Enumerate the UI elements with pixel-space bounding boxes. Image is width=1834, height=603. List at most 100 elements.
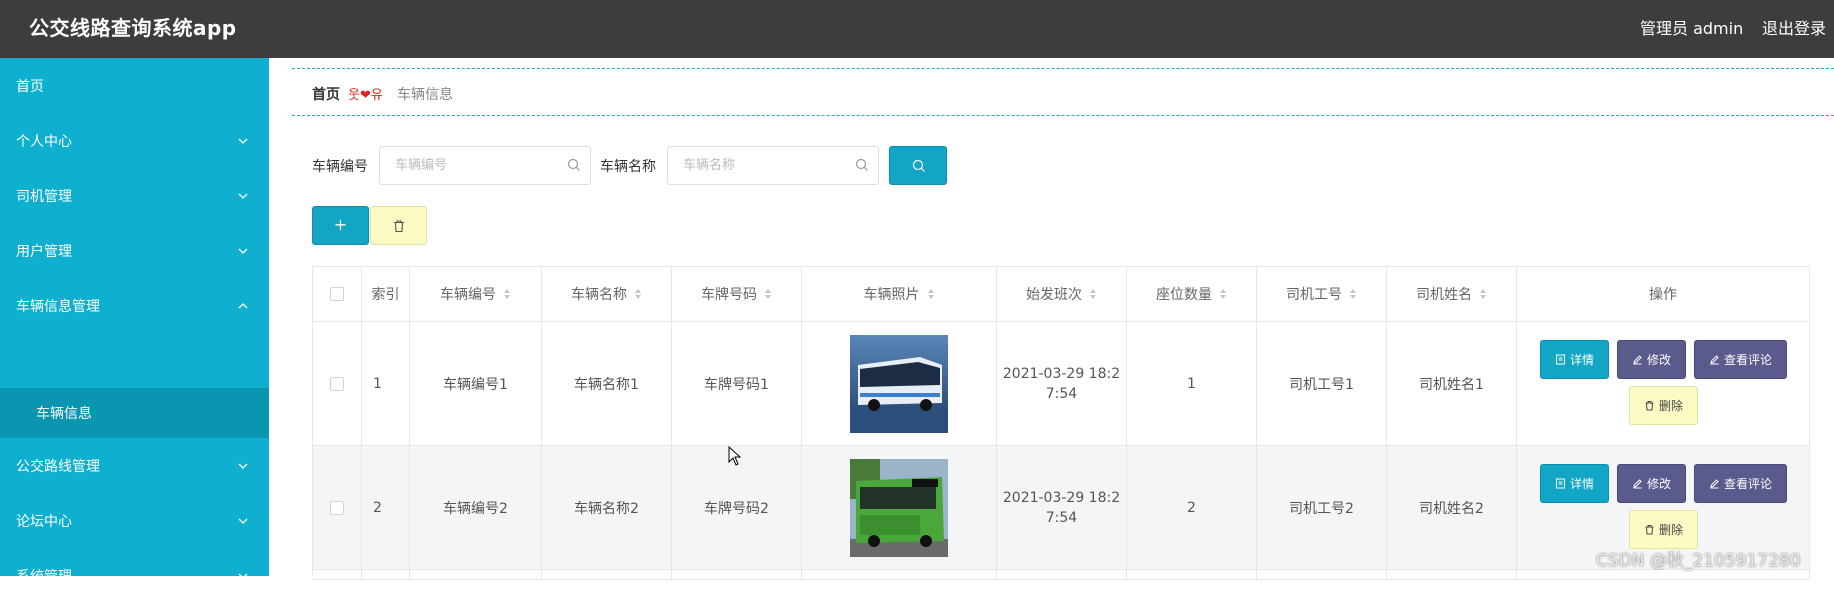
sidebar-subitem-label: 车辆信息 (36, 406, 92, 422)
chevron-down-icon (238, 518, 248, 524)
vehicle-code-input[interactable] (379, 146, 591, 185)
bus-photo-green (850, 458, 948, 557)
sort-icon[interactable] (634, 288, 642, 300)
sidebar-item-label: 用户管理 (16, 243, 72, 260)
view-comments-button[interactable]: 查看评论 (1694, 340, 1787, 379)
table-header[interactable]: 车牌号码 (672, 267, 802, 322)
add-button[interactable]: + (312, 206, 369, 245)
sidebar-item-label: 公交路线管理 (16, 458, 100, 475)
vehicle-table: 索引 车辆编号 车辆名称 车牌号码 车辆照片 始发班次 座位数量 司机工号 司机… (312, 266, 1810, 580)
table-header[interactable]: 车辆名称 (542, 267, 672, 322)
table-cell: 2021-03-29 18:2 7:54 (997, 322, 1127, 446)
breadcrumb-current: 车辆信息 (397, 87, 453, 103)
select-all-checkbox[interactable] (330, 287, 344, 301)
sidebar-item-driver-management[interactable]: 司机管理 (0, 168, 269, 223)
delete-button[interactable]: 删除 (1629, 510, 1698, 549)
table-cell: 司机工号1 (1257, 322, 1387, 446)
trash-icon (394, 220, 404, 233)
top-bar: 公交线路查询系统app 管理员 admin 退出登录 (0, 0, 1834, 58)
vehicle-name-input[interactable] (667, 146, 879, 185)
sidebar-item-personal-center[interactable]: 个人中心 (0, 113, 269, 168)
sidebar-item-bus-route-management[interactable]: 公交路线管理 (0, 438, 269, 493)
pencil-icon (1633, 355, 1642, 365)
table-cell (997, 570, 1127, 580)
logout-link[interactable]: 退出登录 (1762, 15, 1826, 39)
chevron-down-icon (238, 248, 248, 254)
row-checkbox[interactable] (330, 500, 344, 515)
document-icon (1555, 354, 1565, 365)
app-title: 公交线路查询系统app (29, 16, 237, 40)
sidebar-item-label: 车辆信息管理 (16, 298, 100, 315)
trash-icon (1645, 401, 1654, 411)
select-all-cell (313, 267, 362, 322)
watermark: CSDN @秋_2105917280 (1596, 551, 1801, 571)
delete-label: 删除 (1658, 399, 1683, 413)
breadcrumb-separator: 웃❤유 (348, 88, 383, 103)
edit-button[interactable]: 修改 (1617, 340, 1686, 379)
sidebar-subitem-vehicle-info[interactable]: 车辆信息 (0, 388, 269, 438)
edit-button[interactable]: 修改 (1617, 464, 1686, 503)
table-header[interactable]: 座位数量 (1127, 267, 1257, 322)
sort-icon[interactable] (503, 288, 511, 300)
pencil-icon (1633, 479, 1642, 489)
breadcrumb-home-link[interactable]: 首页 (312, 84, 340, 104)
sort-icon[interactable] (1219, 288, 1227, 300)
batch-delete-button[interactable] (370, 206, 427, 245)
sidebar-item-user-management[interactable]: 用户管理 (0, 223, 269, 278)
detail-button[interactable]: 详情 (1540, 340, 1609, 379)
trash-icon (1645, 525, 1654, 535)
table-header[interactable]: 始发班次 (997, 267, 1127, 322)
sidebar-item-home[interactable]: 首页 (0, 58, 269, 113)
chevron-down-icon (238, 463, 248, 469)
sidebar-item-label: 论坛中心 (16, 513, 72, 530)
detail-button[interactable]: 详情 (1540, 464, 1609, 503)
sort-icon[interactable] (1349, 288, 1357, 300)
vehicle-code-label: 车辆编号 (312, 159, 368, 175)
sidebar-item-forum-center[interactable]: 论坛中心 (0, 493, 269, 548)
search-icon (567, 158, 580, 171)
delete-button[interactable]: 删除 (1629, 386, 1698, 425)
detail-label: 详情 (1569, 353, 1594, 367)
table-cell: 车辆编号1 (410, 322, 542, 446)
table-header[interactable]: 司机姓名 (1387, 267, 1517, 322)
table-header[interactable]: 司机工号 (1257, 267, 1387, 322)
pencil-icon (1710, 479, 1719, 489)
table-cell (313, 570, 362, 580)
sort-icon[interactable] (1089, 288, 1097, 300)
table-header: 索引 (362, 267, 410, 322)
chevron-down-icon (238, 138, 248, 144)
table-header[interactable]: 车辆照片 (802, 267, 997, 322)
sort-icon[interactable] (764, 288, 772, 300)
sidebar-item-vehicle-info-management[interactable]: 车辆信息管理 (0, 278, 269, 333)
table-cell (1127, 570, 1257, 580)
document-icon (1555, 478, 1565, 489)
table-cell (802, 570, 997, 580)
table-cell (672, 570, 802, 580)
table-cell: 司机姓名1 (1387, 322, 1517, 446)
view-comments-button[interactable]: 查看评论 (1694, 464, 1787, 503)
row-checkbox-cell (313, 322, 362, 446)
edit-label: 修改 (1646, 353, 1671, 367)
row-checkbox[interactable] (330, 376, 344, 391)
admin-user-label: 管理员 admin (1640, 19, 1744, 38)
table-cell: 1 (362, 322, 410, 446)
search-button[interactable] (889, 146, 947, 185)
sort-icon[interactable] (927, 288, 935, 300)
table-header[interactable]: 车辆编号 (410, 267, 542, 322)
mouse-cursor-icon (728, 446, 742, 466)
table-cell (362, 570, 410, 580)
search-icon (855, 158, 868, 171)
table-cell: 2 (1127, 446, 1257, 570)
sort-icon[interactable] (1479, 288, 1487, 300)
table-cell: 2 (362, 446, 410, 570)
table-cell: 司机工号2 (1257, 446, 1387, 570)
view-comments-label: 查看评论 (1723, 477, 1772, 491)
sidebar-item-label: 司机管理 (16, 188, 72, 205)
table-cell: 车辆名称1 (542, 322, 672, 446)
edit-label: 修改 (1646, 477, 1671, 491)
delete-label: 删除 (1658, 523, 1683, 537)
table-cell: 1 (1127, 322, 1257, 446)
chevron-up-icon (238, 302, 248, 308)
table-cell: 车辆名称2 (542, 446, 672, 570)
detail-label: 详情 (1569, 477, 1594, 491)
